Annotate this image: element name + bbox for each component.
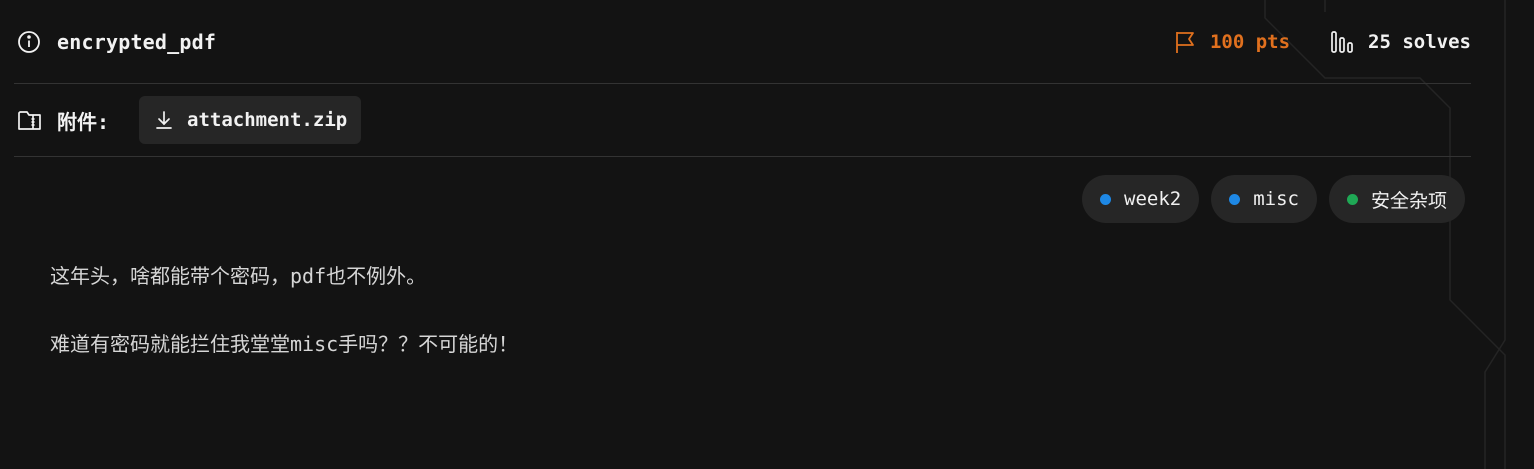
attachment-row: 附件: attachment.zip: [14, 84, 1471, 157]
solves-display: 25 solves: [1330, 30, 1471, 54]
attachment-file-name: attachment.zip: [187, 109, 348, 131]
challenge-header: encrypted_pdf 100 pts 25 solves: [14, 0, 1471, 84]
tag-label: misc: [1253, 188, 1299, 210]
tag-dot: [1346, 193, 1358, 205]
folder-zip-icon: [17, 107, 43, 133]
tag-list: week2 misc 安全杂项: [14, 175, 1471, 223]
description-line: 难道有密码就能拦住我堂堂misc手吗？？不可能的！: [50, 332, 519, 356]
challenge-panel: encrypted_pdf 100 pts 25 solves 附件: atta…: [0, 0, 1534, 469]
tag-dot: [1229, 193, 1241, 205]
download-arrow-icon: [156, 111, 172, 129]
tag-label: week2: [1124, 188, 1182, 210]
challenge-title: encrypted_pdf: [57, 29, 217, 54]
solves-value: 25 solves: [1368, 30, 1471, 53]
description-line: 这年头，啥都能带个密码，pdf也不例外。: [50, 264, 427, 288]
attachment-label: 附件:: [57, 109, 110, 134]
tag-security-misc[interactable]: 安全杂项: [1328, 175, 1465, 223]
content-area: encrypted_pdf 100 pts 25 solves 附件: atta…: [14, 0, 1471, 361]
flag-icon: [1176, 31, 1194, 53]
tag-label: 安全杂项: [1370, 189, 1447, 212]
challenge-stats: 100 pts 25 solves: [1174, 0, 1471, 83]
challenge-description: 这年头，啥都能带个密码，pdf也不例外。 难道有密码就能拦住我堂堂misc手吗？…: [14, 259, 1471, 361]
attachment-download-button[interactable]: attachment.zip: [139, 96, 362, 144]
tag-week2[interactable]: week2: [1082, 175, 1200, 223]
points-display: 100 pts: [1174, 30, 1290, 54]
tag-dot: [1100, 193, 1112, 205]
tag-misc[interactable]: misc: [1211, 175, 1317, 223]
bar-chart-icon: [1331, 30, 1353, 53]
points-value: 100 pts: [1209, 30, 1291, 53]
info-circle-icon[interactable]: [17, 30, 41, 54]
